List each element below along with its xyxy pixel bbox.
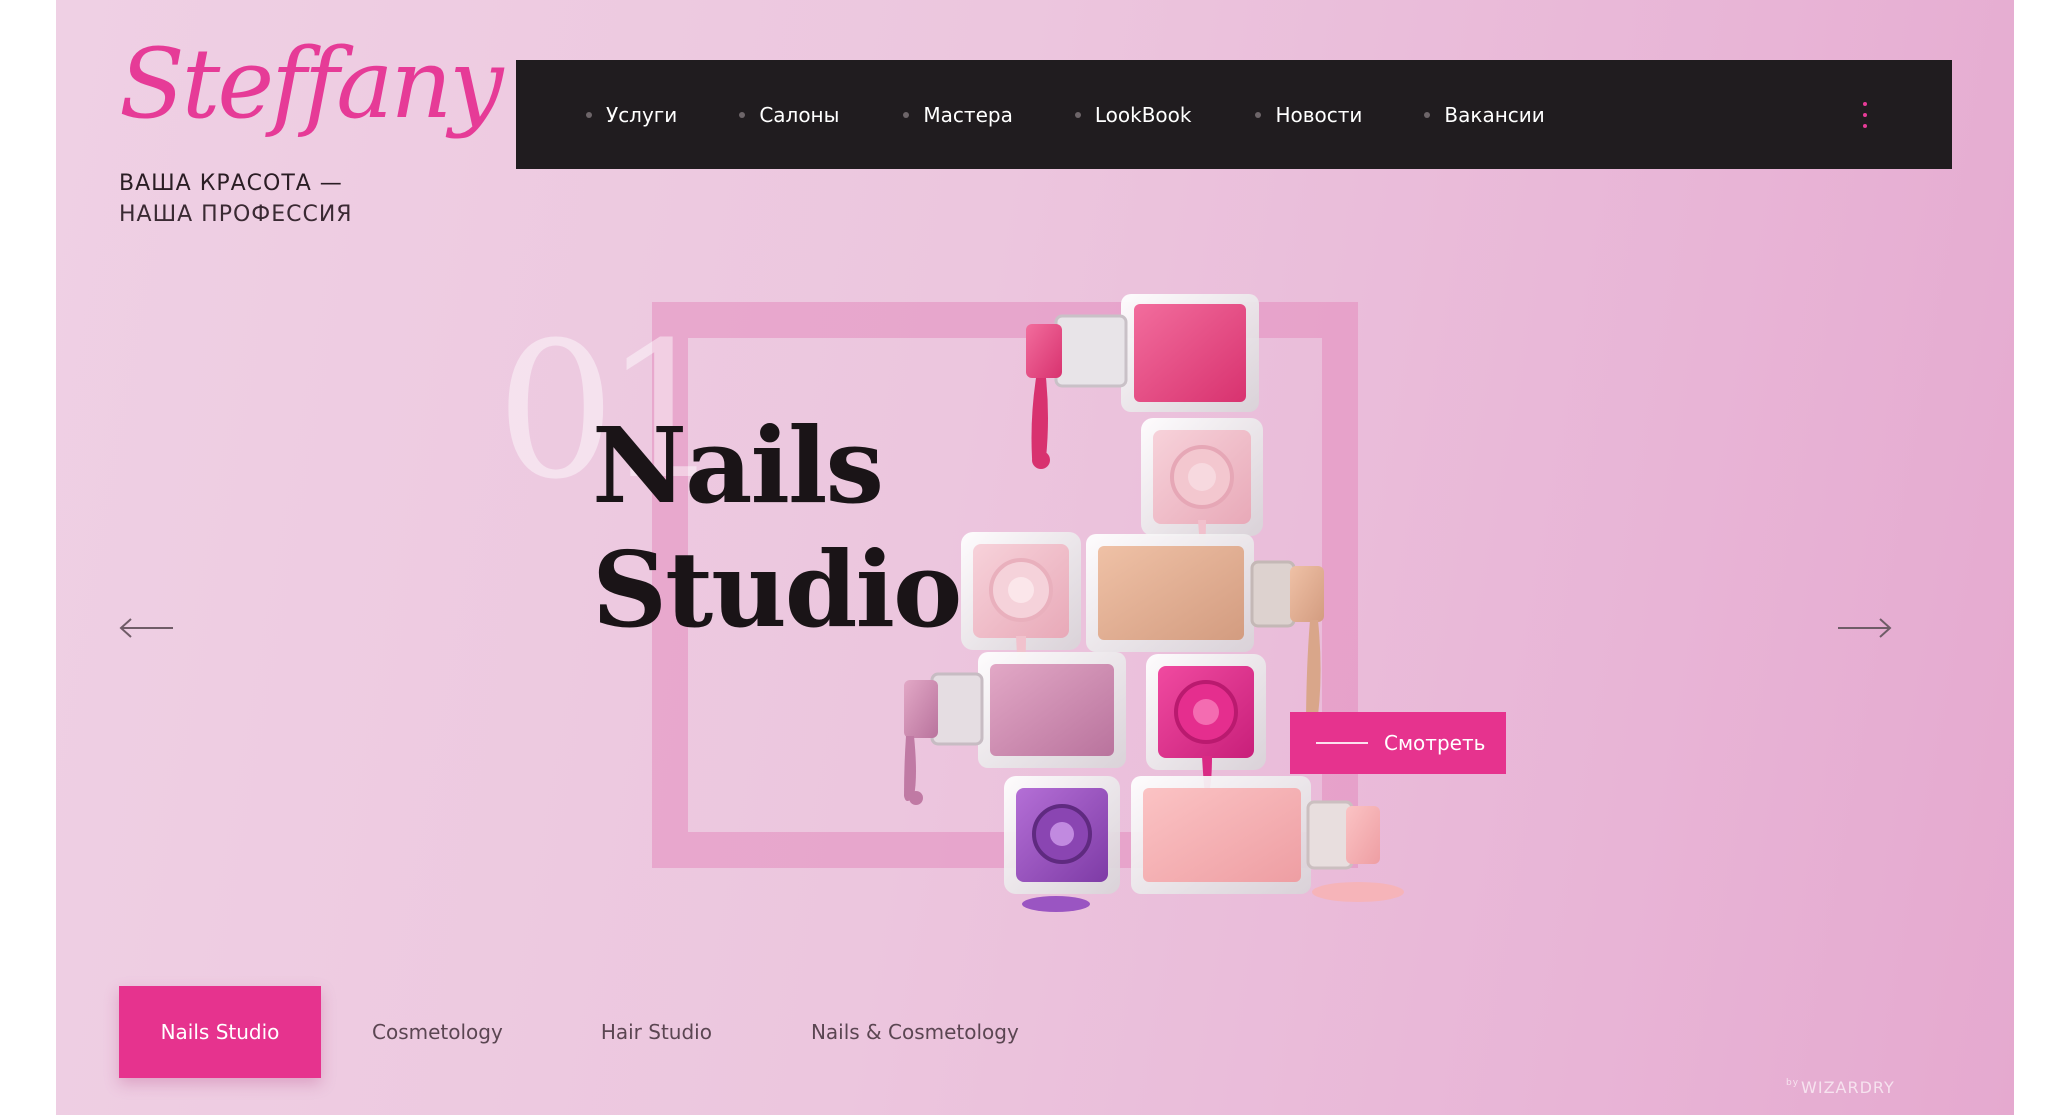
brand-tagline: ВАША КРАСОТА — НАША ПРОФЕССИЯ (119, 168, 353, 230)
bullet-icon (739, 111, 746, 118)
brand-logo[interactable]: Steffany (119, 36, 504, 132)
view-button[interactable]: Смотреть (1290, 712, 1506, 774)
tab-nails-studio[interactable]: Nails Studio (119, 986, 321, 1078)
tab-cosmetology[interactable]: Cosmetology (372, 986, 503, 1078)
hero-title-line-2: Studio (592, 528, 962, 651)
bullet-icon (1255, 111, 1262, 118)
category-tabs: Nails Studio Cosmetology Hair Studio Nai… (119, 986, 1019, 1078)
nav-item-label: Салоны (759, 102, 840, 127)
vertical-dots-icon[interactable] (1862, 102, 1868, 128)
main-nav: Услуги Салоны Мастера LookBook Новости В… (516, 60, 1952, 169)
page: Steffany ВАША КРАСОТА — НАША ПРОФЕССИЯ У… (56, 0, 2014, 1115)
credit-prefix: by (1786, 1078, 1800, 1088)
nav-item-vacancies[interactable]: Вакансии (1424, 102, 1545, 127)
bullet-icon (903, 111, 910, 118)
nav-item-masters[interactable]: Мастера (903, 102, 1013, 127)
nav-item-label: Услуги (606, 102, 678, 127)
credit-name: WIZARDRY (1801, 1078, 1895, 1097)
hero-title-line-1: Nails (592, 404, 884, 527)
developer-credit[interactable]: by WIZARDRY (1786, 1078, 1895, 1097)
nav-item-label: LookBook (1094, 102, 1192, 127)
nav-item-label: Новости (1275, 102, 1363, 127)
bullet-icon (1074, 111, 1081, 118)
nav-item-lookbook[interactable]: LookBook (1074, 102, 1192, 127)
arrow-right-icon[interactable] (1836, 616, 1892, 645)
hero-title: Nails Studio (592, 404, 962, 652)
nav-item-news[interactable]: Новости (1255, 103, 1362, 127)
tagline-line-2: НАША ПРОФЕССИЯ (119, 202, 353, 227)
tab-nails-cosmetology[interactable]: Nails & Cosmetology (811, 986, 1019, 1078)
nav-item-salons[interactable]: Салоны (739, 103, 839, 127)
arrow-left-icon[interactable] (119, 616, 175, 645)
nav-item-label: Вакансии (1444, 102, 1545, 127)
bullet-icon (1424, 111, 1431, 118)
tab-hair-studio[interactable]: Hair Studio (601, 986, 712, 1078)
bullet-icon (586, 111, 592, 118)
tagline-line-1: ВАША КРАСОТА — (119, 171, 343, 196)
nav-item-services[interactable]: Услуги (586, 103, 677, 127)
line-icon (1316, 742, 1368, 744)
nav-item-label: Мастера (923, 102, 1013, 127)
view-button-label: Смотреть (1384, 731, 1486, 755)
